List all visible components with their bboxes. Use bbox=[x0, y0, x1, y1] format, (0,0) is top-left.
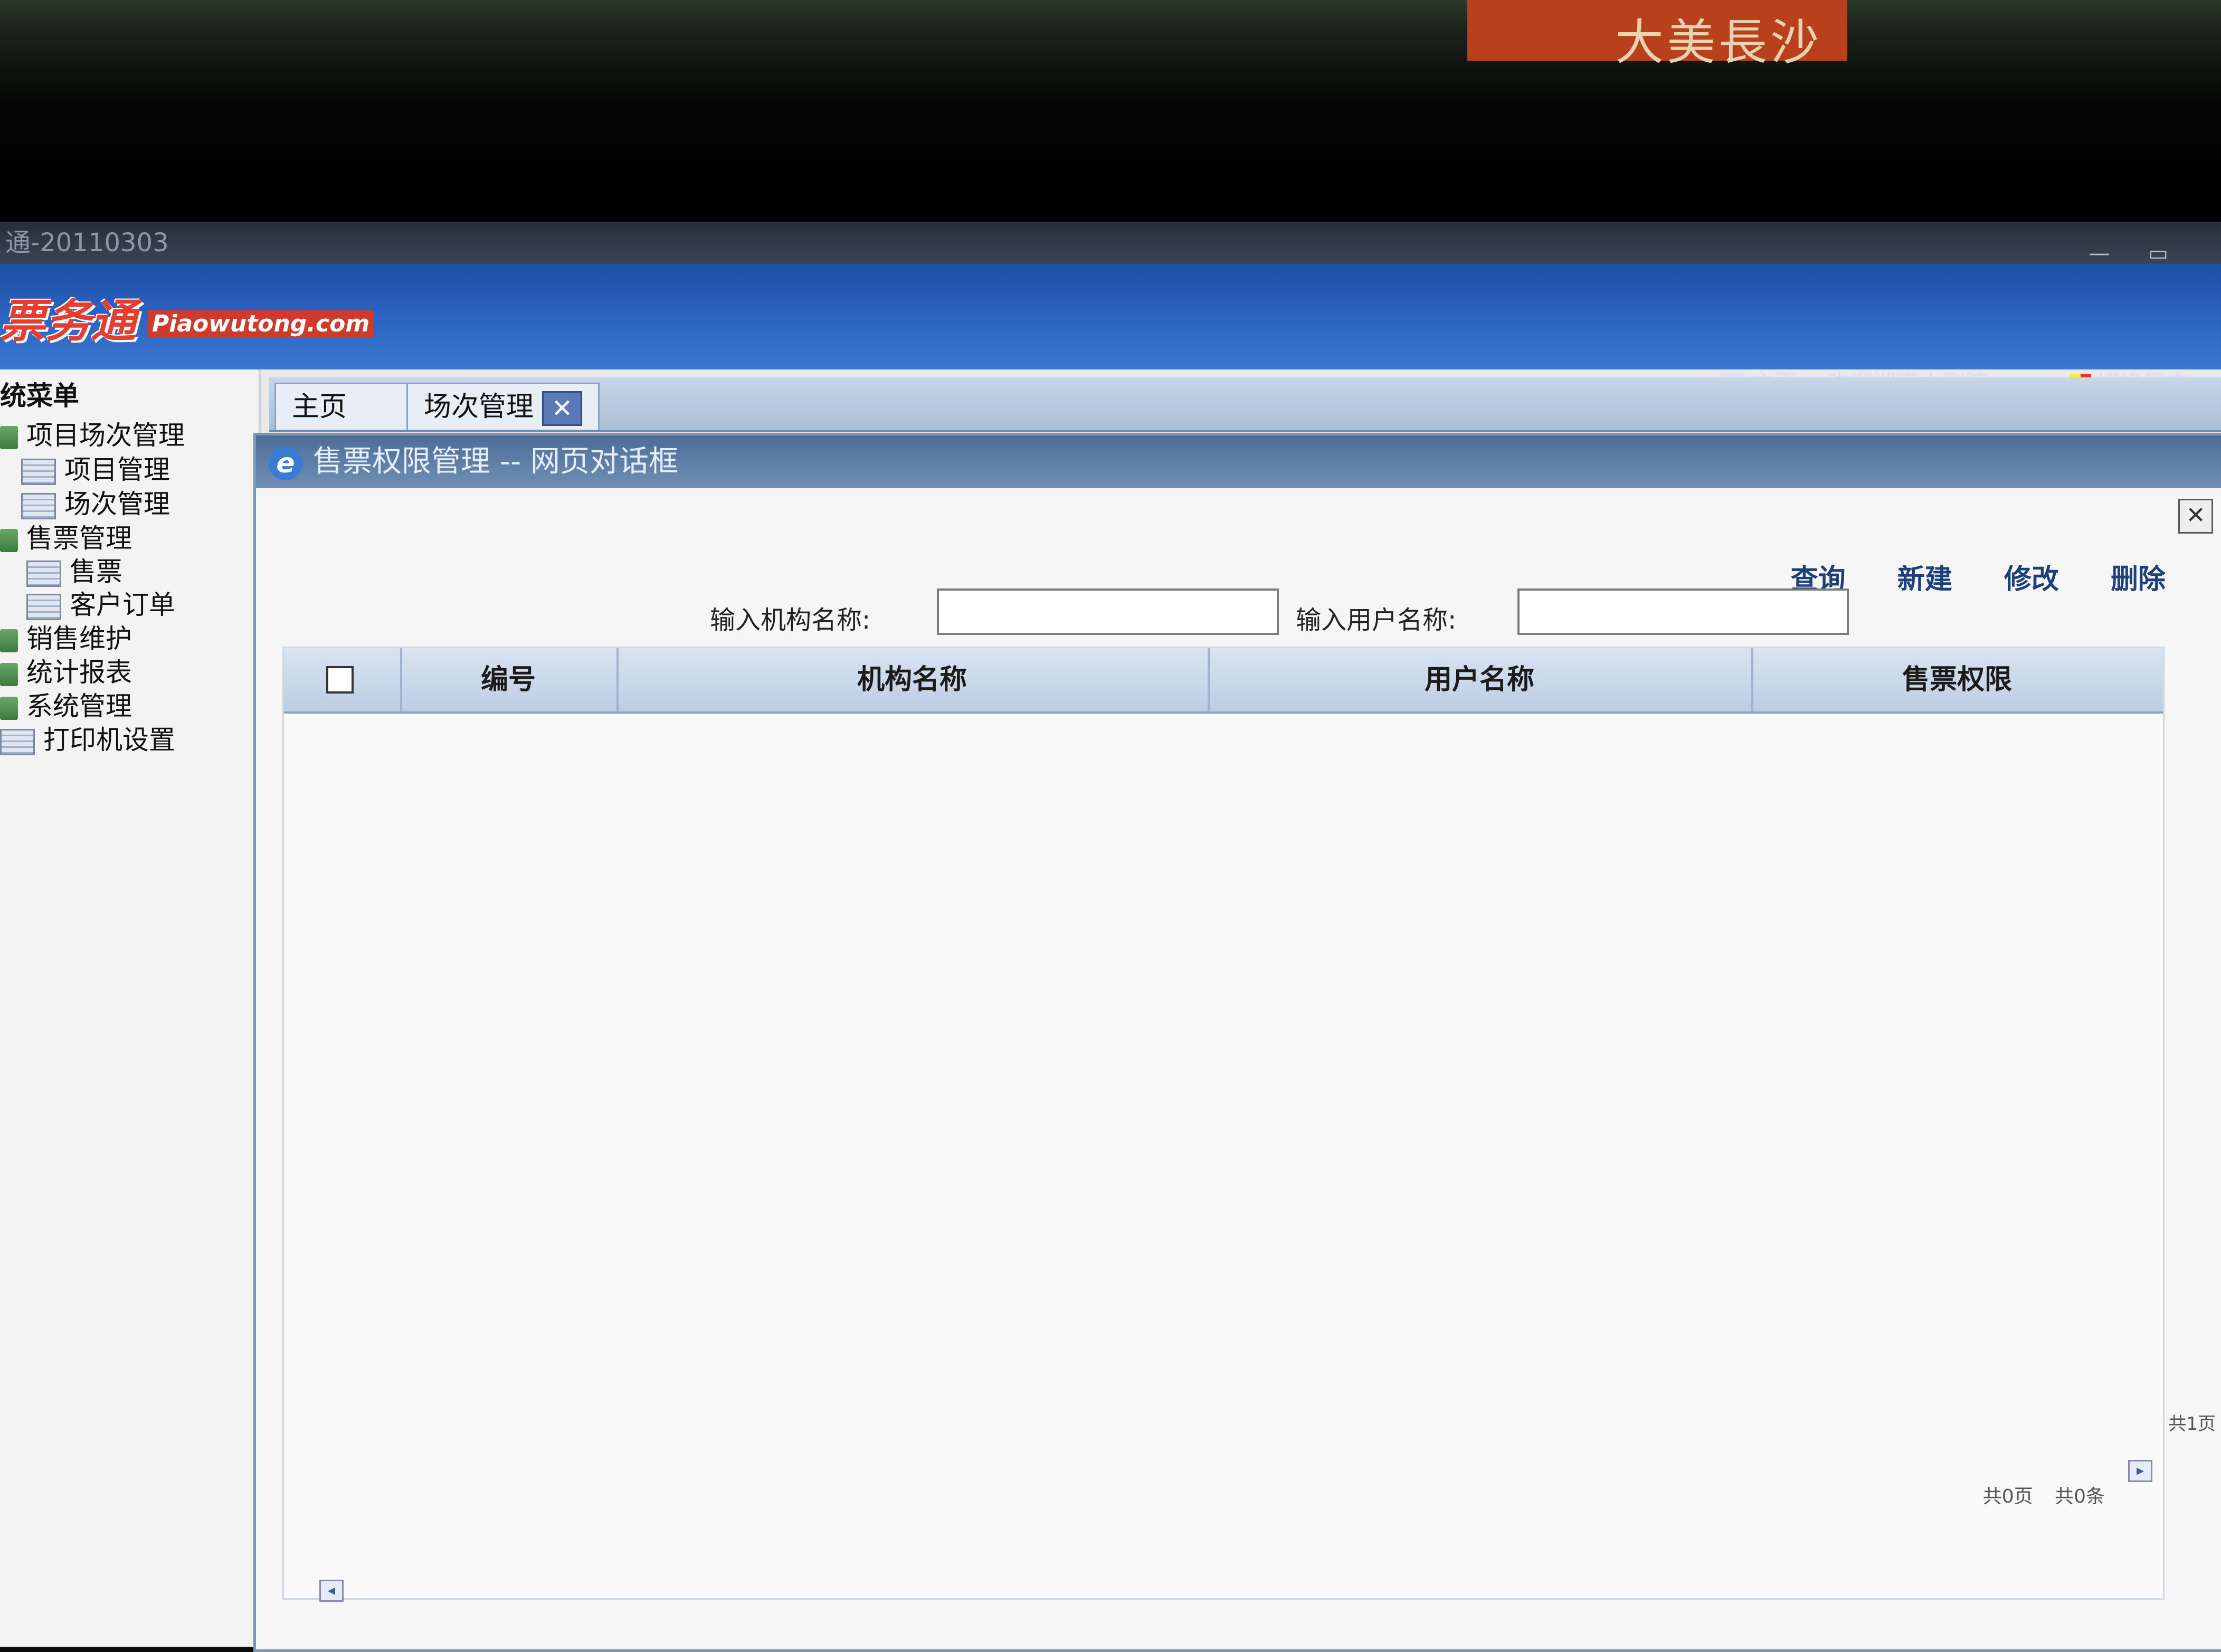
folder-icon bbox=[0, 629, 18, 652]
dialog-close-icon[interactable]: ✕ bbox=[2178, 499, 2213, 534]
page-icon bbox=[26, 560, 61, 587]
edit-button[interactable]: 修改 bbox=[2004, 557, 2059, 596]
col-org-name[interactable]: 机构名称 bbox=[616, 648, 1210, 711]
org-name-label: 输入机构名称: bbox=[710, 605, 871, 635]
tab-home[interactable]: 主页 bbox=[274, 383, 415, 430]
background-pager: 共1页 bbox=[2168, 1413, 2216, 1435]
folder-icon bbox=[0, 696, 18, 720]
sidebar-item-project-session-mgmt[interactable]: 项目场次管理 bbox=[0, 414, 185, 452]
page-icon bbox=[0, 728, 35, 755]
sidebar-item-sales-maintenance[interactable]: 销售维护 bbox=[0, 618, 132, 656]
sidebar-item-statistics[interactable]: 统计报表 bbox=[0, 651, 132, 689]
sidebar-item-session-mgmt[interactable]: 场次管理 bbox=[21, 483, 170, 521]
new-button[interactable]: 新建 bbox=[1897, 557, 1952, 596]
tab-session-mgmt[interactable]: 场次管理 ✕ bbox=[406, 383, 600, 430]
window-title: 通-20110303 bbox=[5, 228, 169, 258]
permission-table: 编号 机构名称 用户名称 售票权限 共0页 共0条 ▸ bbox=[282, 647, 2165, 1600]
org-name-input[interactable] bbox=[937, 588, 1279, 635]
sidebar-item-ticket-mgmt[interactable]: 售票管理 bbox=[0, 517, 132, 555]
sidebar-title: 统菜单 bbox=[0, 381, 79, 411]
app-banner: 票务通 Piaowutong.com bbox=[0, 264, 2221, 369]
sidebar-item-sell-ticket[interactable]: 售票 bbox=[26, 550, 122, 588]
scroll-right-icon[interactable]: ▸ bbox=[2128, 1460, 2152, 1482]
dialog-title: 售票权限管理 -- 网页对话框 bbox=[313, 444, 679, 479]
background-sign: 大美長沙 bbox=[1467, 0, 1847, 71]
sidebar-menu: 统菜单 项目场次管理 项目管理 场次管理 售票管理 售票 客户订单 销售维护 统… bbox=[0, 369, 261, 1647]
table-pager: 共0页 共0条 bbox=[1983, 1481, 2105, 1508]
pager-records: 共0条 bbox=[2055, 1486, 2105, 1507]
close-tab-icon[interactable]: ✕ bbox=[542, 391, 583, 426]
folder-icon bbox=[0, 425, 18, 449]
dialog-titlebar: e 售票权限管理 -- 网页对话框 bbox=[256, 435, 2221, 488]
page-icon bbox=[21, 492, 56, 519]
folder-icon bbox=[0, 528, 18, 552]
tab-bar: 主页 场次管理 ✕ bbox=[269, 377, 2221, 432]
app-logo-domain: Piaowutong.com bbox=[148, 310, 374, 337]
app-logo: 票务通 bbox=[0, 295, 136, 348]
pager-pages: 共0页 bbox=[1982, 1486, 2033, 1507]
col-user-name[interactable]: 用户名称 bbox=[1208, 648, 1753, 711]
sidebar-item-customer-orders[interactable]: 客户订单 bbox=[26, 584, 175, 622]
sidebar-item-project-mgmt[interactable]: 项目管理 bbox=[21, 449, 170, 487]
col-ticket-permission[interactable]: 售票权限 bbox=[1751, 648, 2163, 711]
ticket-permission-dialog: e 售票权限管理 -- 网页对话框 ✕ 查询 新建 修改 删除 输入机构名称: 输… bbox=[253, 433, 2221, 1652]
sidebar-item-printer-settings[interactable]: 打印机设置 bbox=[0, 719, 175, 757]
user-name-label: 输入用户名称: bbox=[1296, 605, 1457, 635]
scroll-left-icon[interactable]: ◂ bbox=[319, 1580, 344, 1602]
table-header: 编号 机构名称 用户名称 售票权限 bbox=[284, 648, 2163, 714]
select-all-checkbox[interactable] bbox=[326, 666, 354, 694]
window-titlebar: 通-20110303 — ▭ bbox=[0, 222, 2221, 265]
user-name-input[interactable] bbox=[1517, 588, 1849, 635]
page-icon bbox=[21, 458, 56, 485]
select-all-cell bbox=[284, 648, 402, 711]
sidebar-item-system-mgmt[interactable]: 系统管理 bbox=[0, 685, 132, 723]
ie-icon: e bbox=[269, 446, 302, 480]
col-id[interactable]: 编号 bbox=[400, 648, 619, 711]
folder-icon bbox=[0, 662, 18, 686]
page-icon bbox=[26, 593, 61, 620]
screen: 通-20110303 — ▭ 票务通 Piaowutong.com 主页 欢迎湖… bbox=[0, 222, 2221, 1652]
monitor-bezel bbox=[0, 0, 2221, 222]
delete-button[interactable]: 删除 bbox=[2111, 557, 2166, 596]
